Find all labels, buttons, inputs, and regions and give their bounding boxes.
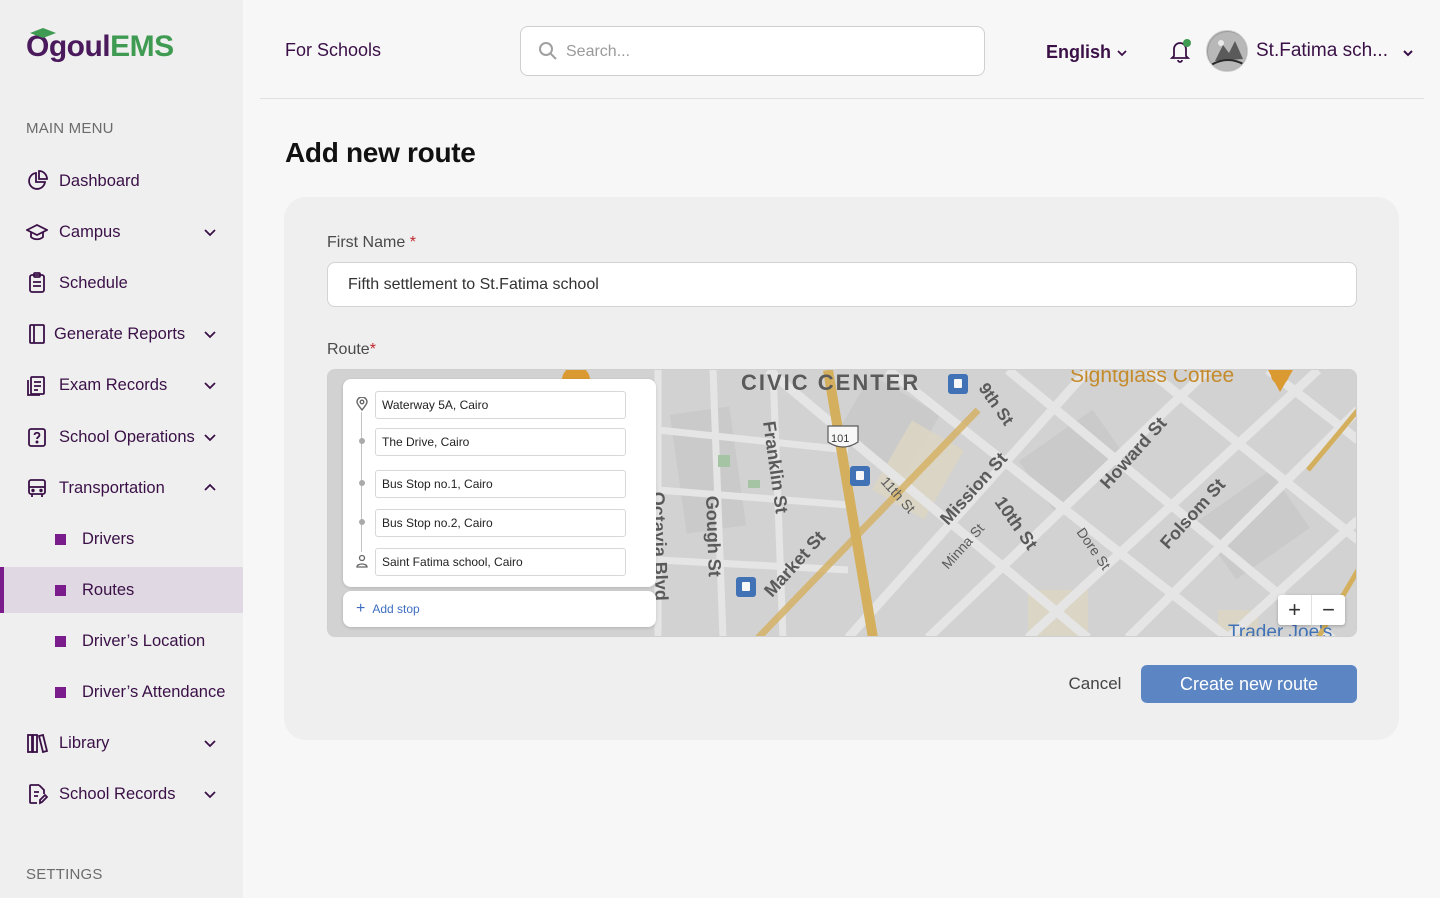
route-stop-input[interactable]: Saint Fatima school, Cairo [375, 548, 626, 576]
cancel-button[interactable]: Cancel [1063, 665, 1127, 703]
chevron-down-icon[interactable] [202, 735, 218, 751]
destination-person-icon [355, 554, 369, 568]
sidebar-subitem-label: Driver’s Location [82, 631, 206, 650]
sidebar-item-label: Transportation [59, 478, 165, 497]
map-zoom-controls: + − [1278, 595, 1345, 625]
book-icon [26, 323, 48, 345]
document-list-icon [26, 374, 48, 396]
sidebar-item-label: Exam Records [59, 375, 168, 394]
route-label-text: Route [327, 341, 370, 358]
sidebar-item-label: Campus [59, 222, 121, 241]
logo-text-ems: EMS [110, 30, 174, 63]
sidebar-item-label: Library [59, 733, 110, 752]
sidebar-subitem-label: Drivers [82, 529, 135, 548]
sidebar-item-library[interactable]: Library [0, 720, 243, 766]
sidebar-item-schedule[interactable]: Schedule [0, 260, 243, 306]
sidebar-subitem-drivers-attendance[interactable]: Driver’s Attendance [0, 669, 243, 715]
search-bar[interactable] [520, 26, 985, 76]
sidebar: OgoulEMS MAIN MENU Dashboard Campus Sche… [0, 0, 243, 898]
sidebar-item-label: School Records [59, 784, 176, 803]
route-stop-input[interactable]: The Drive, Cairo [375, 428, 626, 456]
waypoint-dot-icon [355, 476, 369, 490]
bullet-square-icon [55, 533, 66, 545]
graduation-cap-icon [26, 221, 48, 243]
chevron-down-icon [1117, 49, 1127, 56]
route-stop-input[interactable]: Waterway 5A, Cairo [375, 391, 626, 419]
waypoint-dot-icon [355, 515, 369, 529]
first-name-label-text: First Name [327, 234, 406, 251]
sidebar-item-campus[interactable]: Campus [0, 209, 243, 255]
origin-pin-icon [355, 397, 369, 411]
avatar-image-icon [1208, 32, 1247, 71]
clipboard-icon [26, 272, 48, 294]
sidebar-item-label: Dashboard [59, 171, 140, 190]
required-mark: * [409, 234, 416, 251]
chevron-down-icon[interactable] [1401, 46, 1415, 60]
sidebar-item-generate-reports[interactable]: Generate Reports [0, 311, 243, 357]
zoom-out-button[interactable]: − [1312, 595, 1345, 625]
chevron-down-icon[interactable] [202, 326, 218, 342]
chevron-down-icon[interactable] [202, 224, 218, 240]
add-stop-button[interactable]: + Add stop [343, 591, 656, 627]
language-selector[interactable]: English [1046, 42, 1128, 63]
sidebar-item-school-operations[interactable]: School Operations [0, 414, 243, 460]
user-name[interactable]: St.Fatima sch... [1256, 40, 1388, 62]
required-mark: * [369, 341, 376, 358]
sidebar-subitem-routes[interactable]: Routes [0, 567, 243, 613]
route-stop-input[interactable]: Bus Stop no.1, Cairo [375, 470, 626, 498]
route-label: Route* [327, 341, 376, 359]
search-input[interactable] [566, 39, 966, 65]
waypoint-dot-icon [355, 434, 369, 448]
pie-chart-icon [26, 170, 48, 192]
sidebar-item-label: School Operations [59, 427, 195, 446]
sidebar-item-label: Schedule [59, 273, 128, 292]
first-name-label: First Name * [327, 234, 416, 252]
sidebar-subitem-drivers[interactable]: Drivers [0, 516, 243, 562]
route-stop-input[interactable]: Bus Stop no.2, Cairo [375, 509, 626, 537]
sidebar-subitem-label: Driver’s Attendance [82, 682, 226, 701]
sidebar-item-school-records[interactable]: School Records [0, 771, 243, 817]
sidebar-item-dashboard[interactable]: Dashboard [0, 158, 243, 204]
chevron-down-icon[interactable] [202, 377, 218, 393]
question-folder-icon [26, 426, 48, 448]
bullet-square-icon [55, 635, 66, 647]
chevron-down-icon[interactable] [202, 429, 218, 445]
notifications-button[interactable] [1168, 38, 1192, 64]
settings-heading: SETTINGS [26, 866, 103, 883]
zoom-in-button[interactable]: + [1278, 595, 1311, 625]
create-route-button[interactable]: Create new route [1141, 665, 1357, 703]
sidebar-subitem-label: Routes [82, 580, 135, 599]
main-menu-heading: MAIN MENU [26, 120, 114, 137]
for-schools-link[interactable]: For Schools [285, 40, 381, 61]
bullet-square-icon [55, 584, 66, 596]
app-logo[interactable]: OgoulEMS [26, 28, 174, 64]
sidebar-item-exam-records[interactable]: Exam Records [0, 362, 243, 408]
sidebar-subitem-drivers-location[interactable]: Driver’s Location [0, 618, 243, 664]
chevron-down-icon[interactable] [202, 786, 218, 802]
chevron-up-icon[interactable] [202, 480, 218, 496]
plus-icon: + [356, 600, 366, 617]
language-label: English [1046, 42, 1112, 62]
header-divider [260, 98, 1424, 99]
search-icon [539, 42, 557, 60]
graduation-cap-logo-icon [30, 28, 56, 38]
avatar[interactable] [1206, 30, 1248, 72]
bus-icon [26, 477, 48, 499]
first-name-field[interactable] [327, 262, 1357, 307]
add-stop-label: Add stop [372, 602, 420, 616]
sidebar-item-label: Generate Reports [54, 324, 186, 343]
bullet-square-icon [55, 686, 66, 698]
library-icon [26, 732, 48, 754]
notification-dot [1183, 39, 1191, 47]
page-title: Add new route [285, 137, 476, 168]
file-edit-icon [26, 783, 48, 805]
sidebar-item-transportation[interactable]: Transportation [0, 465, 243, 511]
